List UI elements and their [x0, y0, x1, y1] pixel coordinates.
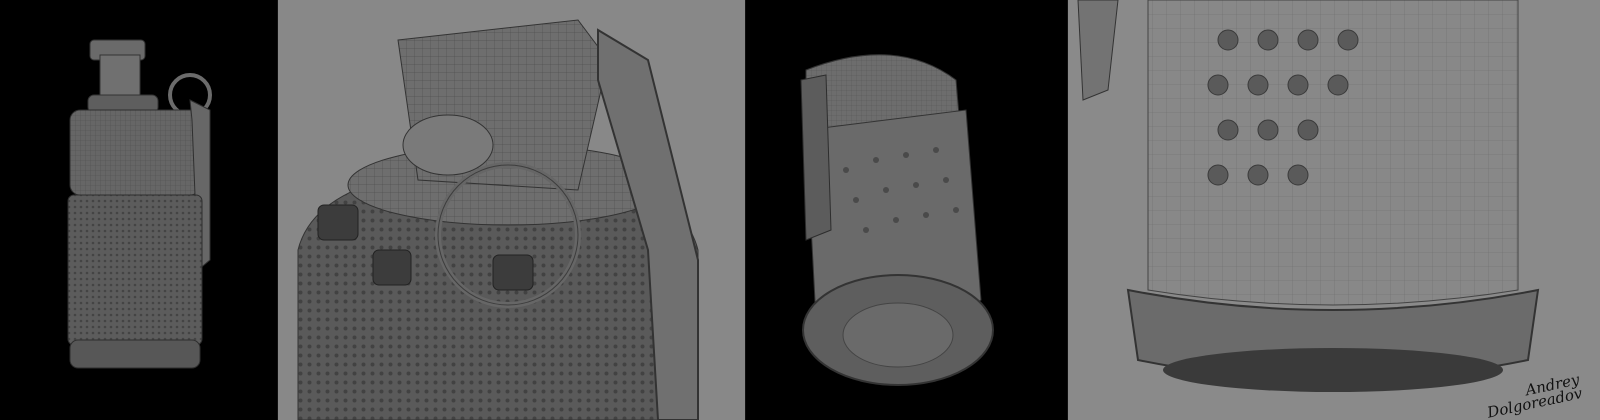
- panel-bottom-angle: [746, 0, 1068, 420]
- panel-base-closeup: Andrey Dolgoreadov: [1068, 0, 1600, 420]
- render-sheet: Andrey Dolgoreadov: [0, 0, 1600, 420]
- grenade-full-render: [67, 39, 212, 369]
- panel-top-closeup: [278, 0, 746, 420]
- panel-full-view: [0, 0, 278, 420]
- grenade-base-closeup-render: [1077, 0, 1540, 392]
- grenade-top-closeup-render: [297, 19, 699, 420]
- grenade-bottom-angle-render: [800, 54, 994, 386]
